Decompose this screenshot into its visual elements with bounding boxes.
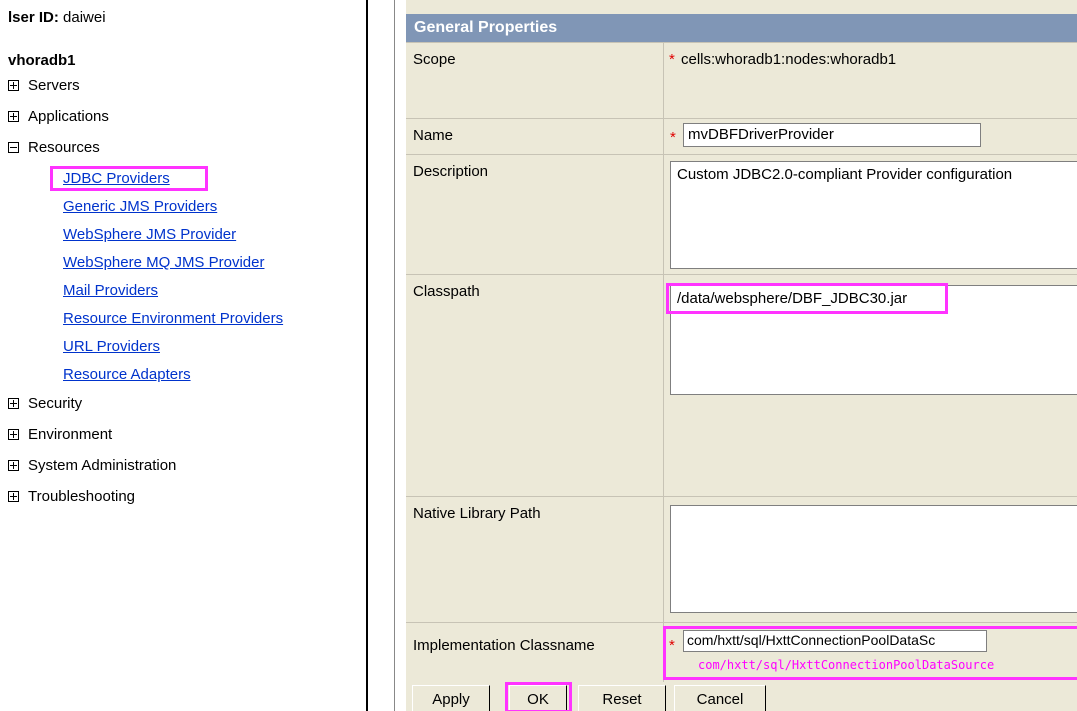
ok-button[interactable]: OK bbox=[509, 685, 567, 711]
required-icon: * bbox=[670, 129, 676, 146]
link-generic-jms-providers[interactable]: Generic JMS Providers bbox=[63, 198, 217, 215]
classpath-textarea[interactable]: /data/websphere/DBF_JDBC30.jar bbox=[670, 285, 1077, 395]
column-divider bbox=[663, 43, 664, 118]
row-name: Name * mvDBFDriverProvider bbox=[406, 118, 1077, 154]
link-mail-providers[interactable]: Mail Providers bbox=[63, 282, 158, 299]
apply-button[interactable]: Apply bbox=[412, 685, 490, 711]
expand-icon[interactable] bbox=[8, 79, 19, 91]
navigation-tree-panel: lser ID: daiwei vhoradb1 Servers Applica… bbox=[0, 0, 366, 711]
column-divider bbox=[663, 497, 664, 622]
node-name: vhoradb1 bbox=[8, 52, 76, 69]
expand-icon[interactable] bbox=[8, 490, 19, 502]
row-classpath: Classpath /data/websphere/DBF_JDBC30.jar bbox=[406, 274, 1077, 496]
native-library-path-label: Native Library Path bbox=[413, 505, 541, 522]
tree-item-servers[interactable]: Servers bbox=[8, 74, 80, 96]
tree-item-label: Resources bbox=[28, 138, 100, 156]
link-resource-environment-providers[interactable]: Resource Environment Providers bbox=[63, 310, 283, 327]
classpath-label: Classpath bbox=[413, 283, 480, 300]
tree-item-label: Troubleshooting bbox=[28, 487, 136, 505]
required-icon: * bbox=[669, 51, 675, 68]
description-label: Description bbox=[413, 163, 489, 180]
tree-item-label: Environment bbox=[28, 425, 113, 443]
name-field[interactable]: mvDBFDriverProvider bbox=[683, 123, 981, 147]
name-label: Name bbox=[413, 127, 454, 144]
tree-item-label: Servers bbox=[28, 76, 80, 94]
frame-gutter bbox=[368, 0, 402, 711]
tree-item-system-administration[interactable]: System Administration bbox=[8, 454, 176, 476]
row-native-library-path: Native Library Path bbox=[406, 496, 1077, 622]
section-header: General Properties bbox=[406, 14, 1077, 42]
scope-value: cells:whoradb1:nodes:whoradb1 bbox=[681, 51, 897, 68]
link-url-providers[interactable]: URL Providers bbox=[63, 338, 160, 355]
collapse-icon[interactable] bbox=[8, 141, 19, 153]
description-textarea[interactable]: Custom JDBC2.0-compliant Provider config… bbox=[670, 161, 1077, 269]
tree-item-troubleshooting[interactable]: Troubleshooting bbox=[8, 485, 135, 507]
user-id-value: daiwei bbox=[63, 9, 106, 26]
link-websphere-jms-provider[interactable]: WebSphere JMS Provider bbox=[63, 226, 236, 243]
properties-panel: General Properties Scope * cells:whoradb… bbox=[406, 0, 1077, 711]
native-library-path-textarea[interactable] bbox=[670, 505, 1077, 613]
required-icon: * bbox=[669, 637, 675, 654]
expand-icon[interactable] bbox=[8, 397, 19, 409]
tree-item-security[interactable]: Security bbox=[8, 392, 82, 414]
tree-item-label: Security bbox=[28, 394, 83, 412]
reset-button[interactable]: Reset bbox=[578, 685, 666, 711]
tree-item-label: System Administration bbox=[28, 456, 177, 474]
implementation-classname-label: Implementation Classname bbox=[413, 637, 595, 654]
gutter-line bbox=[394, 0, 395, 711]
tree-item-applications[interactable]: Applications bbox=[8, 105, 109, 127]
user-id-label: lser ID: bbox=[8, 9, 59, 26]
tree-item-label: Applications bbox=[28, 107, 109, 125]
user-id-line: lser ID: daiwei bbox=[8, 9, 106, 26]
implementation-classname-field[interactable]: com/hxtt/sql/HxttConnectionPoolDataSc bbox=[683, 630, 987, 652]
expand-icon[interactable] bbox=[8, 459, 19, 471]
expand-icon[interactable] bbox=[8, 428, 19, 440]
cancel-button[interactable]: Cancel bbox=[674, 685, 766, 711]
expand-icon[interactable] bbox=[8, 110, 19, 122]
row-description: Description Custom JDBC2.0-compliant Pro… bbox=[406, 154, 1077, 274]
column-divider bbox=[663, 275, 664, 496]
column-divider bbox=[663, 155, 664, 274]
column-divider bbox=[663, 119, 664, 154]
row-implementation-classname: Implementation Classname * com/hxtt/sql/… bbox=[406, 622, 1077, 682]
link-websphere-mq-jms-provider[interactable]: WebSphere MQ JMS Provider bbox=[63, 254, 264, 271]
tree-item-environment[interactable]: Environment bbox=[8, 423, 112, 445]
button-bar: Apply OK Reset Cancel bbox=[406, 682, 1077, 711]
link-resource-adapters[interactable]: Resource Adapters bbox=[63, 366, 191, 383]
link-jdbc-providers[interactable]: JDBC Providers bbox=[63, 170, 170, 187]
implementation-classname-annotation: com/hxtt/sql/HxttConnectionPoolDataSourc… bbox=[698, 658, 995, 672]
row-scope: Scope * cells:whoradb1:nodes:whoradb1 bbox=[406, 42, 1077, 118]
tree-item-resources[interactable]: Resources bbox=[8, 136, 100, 158]
column-divider bbox=[663, 623, 664, 682]
scope-label: Scope bbox=[413, 51, 456, 68]
